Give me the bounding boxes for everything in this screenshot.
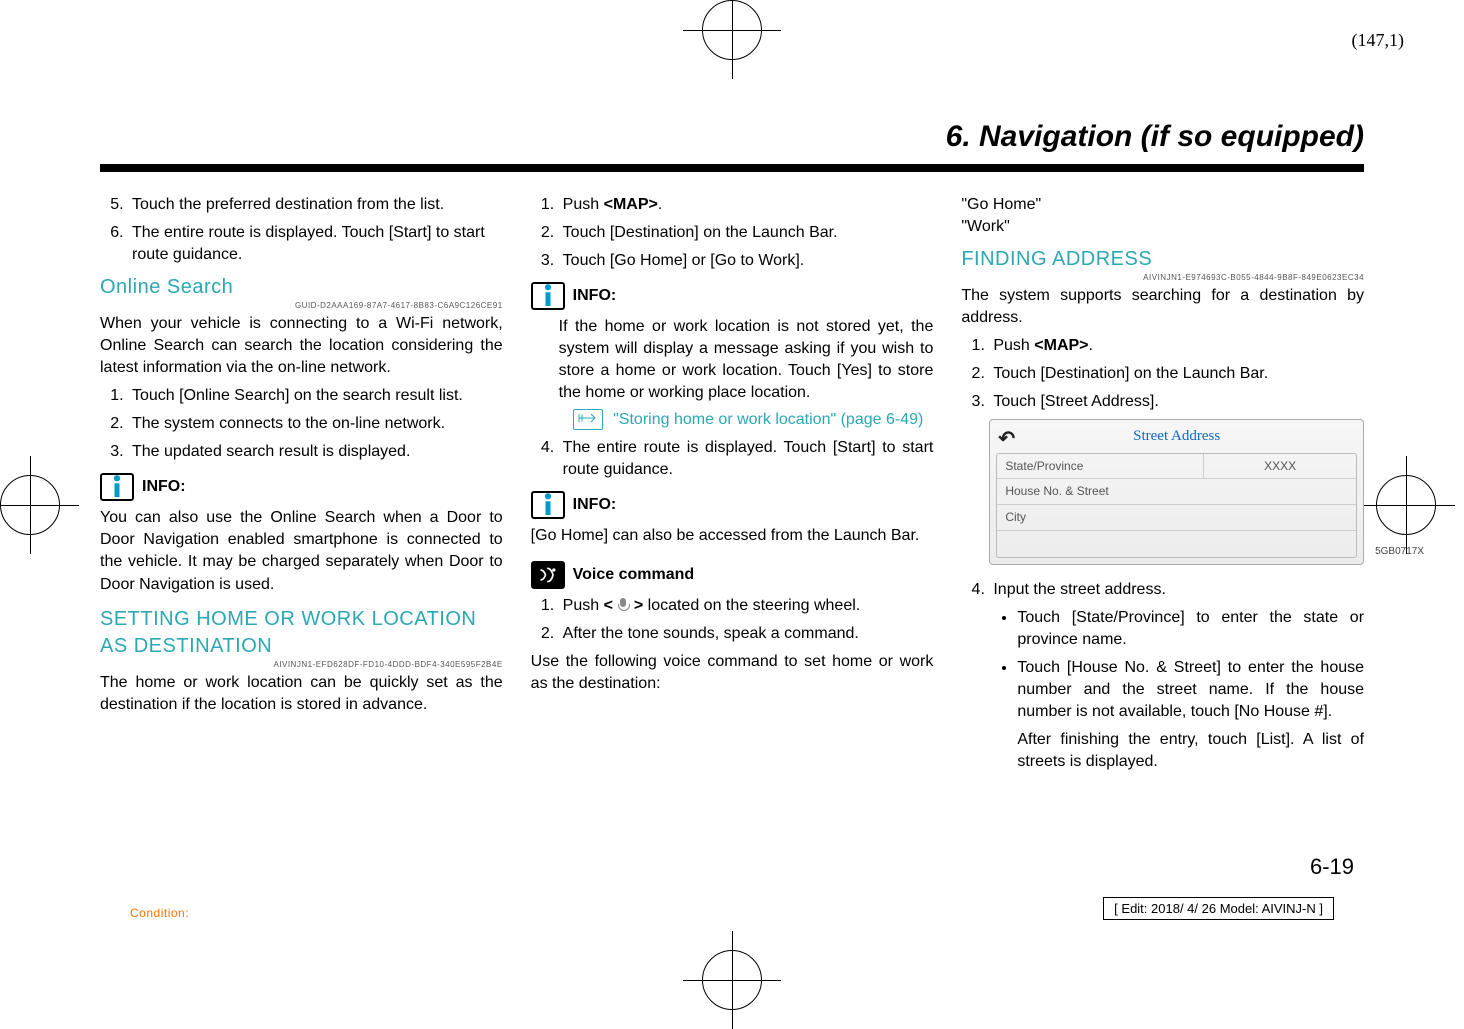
column-3: "Go Home" "Work" FINDING ADDRESS AIVINJN… (961, 194, 1364, 779)
column-1: Touch the preferred destination from the… (100, 194, 503, 779)
shot-xxxx: XXXX (1204, 454, 1356, 479)
crop-top (702, 0, 762, 60)
voice-label: Voice command (573, 564, 695, 586)
list-item: Touch [Street Address]. (989, 391, 1364, 413)
finding-address-title: FINDING ADDRESS (961, 246, 1364, 274)
list-item: The system connects to the on-line netwo… (128, 413, 503, 435)
shot-house: House No. & Street (997, 479, 1356, 504)
quote-go-home: "Go Home" (961, 194, 1364, 216)
folio: (147,1) (1352, 30, 1405, 51)
list-item: Touch [Online Search] on the search resu… (128, 385, 503, 407)
info-box: INFO: (100, 473, 503, 501)
page-heading: 6. Navigation (if so equipped) (100, 120, 1364, 164)
info2-body: [Go Home] can also be accessed from the … (531, 525, 934, 547)
col1-steps-a: Touch the preferred destination from the… (100, 194, 503, 266)
list-item: Touch [Destination] on the Launch Bar. (559, 222, 934, 244)
col1-steps-b: Touch [Online Search] on the search resu… (100, 385, 503, 463)
online-search-title: Online Search (100, 274, 503, 302)
xref: "Storing home or work location" (page 6-… (613, 411, 923, 428)
crop-left (0, 475, 60, 535)
condition-label: Condition: (130, 906, 189, 920)
finding-address-body: The system supports searching for a dest… (961, 285, 1364, 329)
info-label: INFO: (573, 285, 617, 307)
list-item: Push < > located on the steering wheel. (559, 595, 934, 617)
info-box-2: INFO: (531, 491, 934, 519)
list-item: Push <MAP>. (989, 335, 1364, 357)
page: 6. Navigation (if so equipped) Touch the… (100, 120, 1364, 890)
info-body: If the home or work location is not stor… (559, 316, 934, 404)
online-search-body: When your vehicle is connecting to a Wi-… (100, 313, 503, 379)
list-item: Input the street address. Touch [State/P… (989, 579, 1364, 774)
info-box: INFO: (531, 282, 934, 310)
info-body: You can also use the Online Search when … (100, 507, 503, 595)
set-home-body: The home or work location can be quickly… (100, 672, 503, 716)
shot-city: City (997, 505, 1356, 530)
info-label: INFO: (573, 494, 617, 516)
info-icon (531, 491, 565, 519)
col2-step4: The entire route is displayed. Touch [St… (531, 437, 934, 481)
list-item: The entire route is displayed. Touch [St… (128, 222, 503, 266)
edit-stamp: [ Edit: 2018/ 4/ 26 Model: AIVINJ-N ] (1103, 897, 1334, 920)
set-home-title: SETTING HOME OR WORK LOCATION AS DESTINA… (100, 606, 503, 661)
bullet-tail: After finishing the entry, touch [List].… (1017, 729, 1364, 773)
quote-work: "Work" (961, 216, 1364, 238)
shot-title: Street Address (1133, 428, 1220, 444)
col2-steps-a: Push <MAP>. Touch [Destination] on the L… (531, 194, 934, 272)
heading-rule (100, 164, 1364, 172)
street-address-screenshot: ↶ Street Address State/Province XXXX Hou… (989, 419, 1364, 564)
voice-icon (531, 561, 565, 589)
mic-icon (617, 598, 629, 612)
bullets: Touch [State/Province] to enter the stat… (993, 607, 1364, 774)
crop-right (1376, 475, 1436, 535)
bullet2: Touch [House No. & Street] to enter the … (1017, 659, 1364, 720)
info-icon (100, 473, 134, 501)
page-number: 6-19 (1310, 854, 1354, 880)
col3-steps: Push <MAP>. Touch [Destination] on the L… (961, 335, 1364, 413)
list-item: The entire route is displayed. Touch [St… (559, 437, 934, 481)
voice-box: Voice command (531, 561, 934, 589)
col3-step4: Input the street address. Touch [State/P… (961, 579, 1364, 774)
list-item: Touch the preferred destination from the… (128, 194, 503, 216)
list-item: After the tone sounds, speak a command. (559, 623, 934, 645)
crop-bottom (702, 950, 762, 1010)
shot-code: 5GB0717X (1375, 545, 1424, 559)
screenshot-wrap: ↶ Street Address State/Province XXXX Hou… (989, 419, 1364, 564)
shot-state: State/Province (997, 454, 1204, 479)
list-item: Push <MAP>. (559, 194, 934, 216)
list-item: Touch [Destination] on the Launch Bar. (989, 363, 1364, 385)
info-label: INFO: (142, 476, 186, 498)
list-item: Touch [Go Home] or [Go to Work]. (559, 250, 934, 272)
column-2: Push <MAP>. Touch [Destination] on the L… (531, 194, 934, 779)
step4-text: Input the street address. (993, 581, 1166, 598)
back-arrow-icon: ↶ (998, 426, 1015, 454)
list-item: Touch [House No. & Street] to enter the … (1017, 657, 1364, 773)
voice-steps: Push < > located on the steering wheel. … (531, 595, 934, 645)
list-item: The updated search result is displayed. (128, 441, 503, 463)
list-item: Touch [State/Province] to enter the stat… (1017, 607, 1364, 651)
info-icon (531, 282, 565, 310)
voice-tail: Use the following voice command to set h… (531, 651, 934, 695)
pointer-icon (573, 409, 603, 429)
